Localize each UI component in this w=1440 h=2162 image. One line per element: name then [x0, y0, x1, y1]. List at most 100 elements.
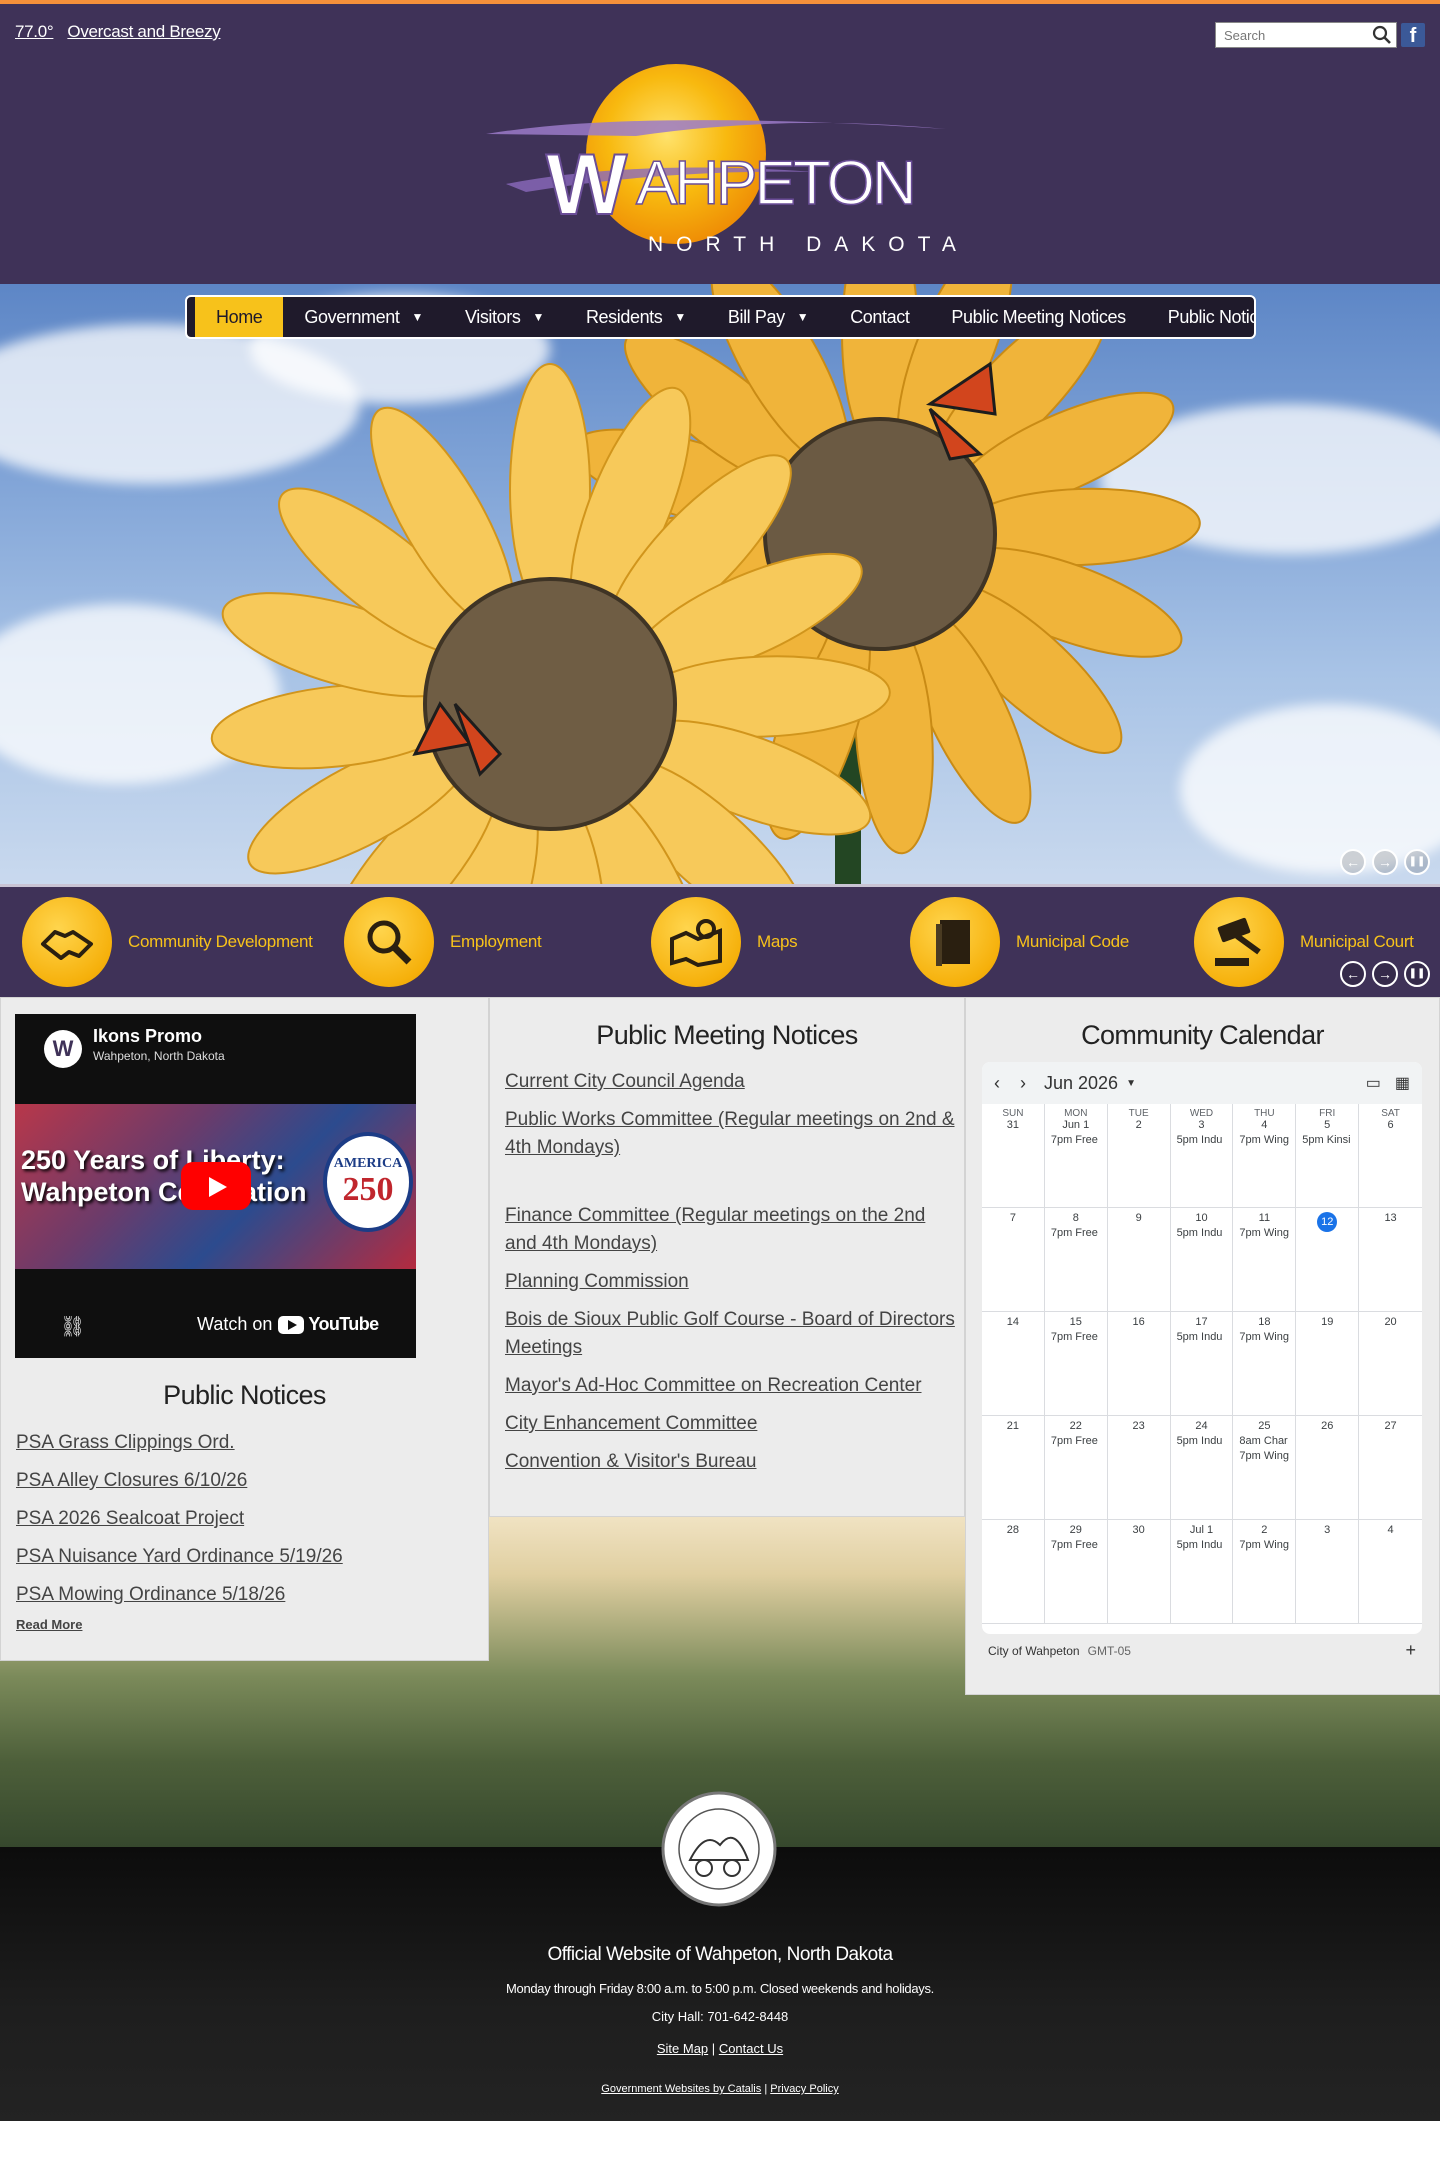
quicklink-municipal-code[interactable]: Municipal Code — [910, 897, 1129, 987]
quicklinks-prev-button[interactable]: ← — [1340, 961, 1366, 987]
calendar-event[interactable]: 7pm Free — [1045, 1134, 1107, 1146]
meeting-notice-link[interactable]: Mayor's Ad-Hoc Committee on Recreation C… — [505, 1372, 955, 1400]
meeting-notice-link[interactable]: Planning Commission — [505, 1268, 955, 1296]
chevron-down-icon[interactable]: ▼ — [1126, 1078, 1136, 1089]
site-logo[interactable]: W AHPETON NORTH DAKOTA — [486, 54, 956, 264]
nav-item-visitors[interactable]: Visitors ▼ — [444, 297, 565, 337]
calendar-event[interactable]: 7pm Free — [1045, 1435, 1107, 1447]
meeting-notice-link[interactable]: Public Works Committee (Regular meetings… — [505, 1106, 955, 1162]
calendar-day[interactable]: 3 — [1296, 1520, 1360, 1624]
calendar-event[interactable]: 7pm Wing — [1233, 1134, 1295, 1146]
calendar-event[interactable]: 5pm Kinsi — [1296, 1134, 1358, 1146]
quicklink-label[interactable]: Municipal Code — [1016, 932, 1129, 952]
calendar-day[interactable]: 9 — [1107, 1208, 1171, 1312]
calendar-day[interactable]: SUN 31 — [982, 1104, 1045, 1208]
meeting-notice-link[interactable]: Convention & Visitor's Bureau — [505, 1448, 955, 1476]
credits-link[interactable]: Government Websites by Catalis — [601, 2083, 761, 2095]
weather-widget[interactable]: 77.0° Overcast and Breezy — [15, 22, 234, 42]
grid-view-icon[interactable]: ▦ — [1395, 1073, 1410, 1093]
hero-pause-button[interactable]: ❚❚ — [1404, 849, 1430, 875]
watch-on-youtube[interactable]: Watch on YouTube — [197, 1314, 379, 1335]
search-icon[interactable] — [1372, 25, 1392, 45]
calendar-day[interactable]: FRI 5 5pm Kinsi — [1296, 1104, 1360, 1208]
weather-temp[interactable]: 77.0° — [15, 22, 54, 41]
quicklink-label[interactable]: Municipal Court — [1300, 932, 1414, 952]
public-notice-link[interactable]: PSA Mowing Ordinance 5/18/26 — [16, 1581, 476, 1609]
quicklink-label[interactable]: Maps — [757, 932, 798, 952]
calendar-day[interactable]: 25 8am Char 7pm Wing — [1233, 1416, 1297, 1520]
calendar-event[interactable]: 7pm Wing — [1233, 1227, 1295, 1239]
video-thumbnail[interactable]: 250 Years of Liberty: Wahpeton Celebrati… — [15, 1104, 416, 1269]
calendar-day[interactable]: 23 — [1107, 1416, 1171, 1520]
video-channel[interactable]: Ikons Promo — [93, 1026, 202, 1047]
quicklink-community-development[interactable]: Community Development — [22, 897, 313, 987]
meeting-notice-link[interactable]: Bois de Sioux Public Golf Course - Board… — [505, 1306, 955, 1362]
read-more-link[interactable]: Read More — [16, 1617, 82, 1632]
calendar-day[interactable]: 12 — [1296, 1208, 1360, 1312]
calendar-day[interactable]: 18 7pm Wing — [1233, 1312, 1297, 1416]
contact-us-link[interactable]: Contact Us — [719, 2041, 783, 2056]
nav-item-residents[interactable]: Residents ▼ — [565, 297, 707, 337]
calendar-day[interactable]: TUE 2 — [1107, 1104, 1171, 1208]
calendar-event[interactable]: 8am Char — [1233, 1435, 1295, 1447]
nav-item-home[interactable]: Home — [195, 297, 284, 337]
calendar-day[interactable]: WED 3 5pm Indu — [1170, 1104, 1234, 1208]
calendar-event[interactable]: 7pm Wing — [1233, 1450, 1295, 1462]
calendar-day[interactable]: 4 — [1359, 1520, 1422, 1624]
calendar-prev-icon[interactable]: ‹ — [994, 1073, 1000, 1094]
calendar-event[interactable]: 7pm Free — [1045, 1539, 1107, 1551]
link-icon[interactable]: ⛓ — [60, 1314, 85, 1339]
calendar-month[interactable]: Jun 2026 — [1044, 1073, 1118, 1094]
calendar-event[interactable]: 5pm Indu — [1171, 1227, 1233, 1239]
meeting-notice-link[interactable]: City Enhancement Committee — [505, 1410, 955, 1438]
calendar-day[interactable]: 15 7pm Free — [1044, 1312, 1108, 1416]
calendar-event[interactable]: 7pm Wing — [1233, 1331, 1295, 1343]
calendar-day[interactable]: 20 — [1359, 1312, 1422, 1416]
calendar-event[interactable]: 5pm Indu — [1171, 1331, 1233, 1343]
nav-item-contact[interactable]: Contact — [829, 297, 930, 337]
quicklink-employment[interactable]: Employment — [344, 897, 542, 987]
calendar-day[interactable]: 14 — [982, 1312, 1045, 1416]
add-calendar-button[interactable]: + — [1405, 1640, 1416, 1661]
calendar-view-icon[interactable]: ▭ — [1366, 1073, 1381, 1093]
calendar-day[interactable]: 29 7pm Free — [1044, 1520, 1108, 1624]
calendar-day[interactable]: 10 5pm Indu — [1170, 1208, 1234, 1312]
public-notice-link[interactable]: PSA Grass Clippings Ord. — [16, 1429, 476, 1457]
calendar-day[interactable]: 19 — [1296, 1312, 1360, 1416]
nav-item-public-meeting-notices[interactable]: Public Meeting Notices — [930, 297, 1146, 337]
site-map-link[interactable]: Site Map — [657, 2041, 708, 2056]
calendar-day[interactable]: 22 7pm Free — [1044, 1416, 1108, 1520]
search-input[interactable]: Search — [1215, 22, 1397, 48]
calendar-day[interactable]: 21 — [982, 1416, 1045, 1520]
calendar-day[interactable]: 7 — [982, 1208, 1045, 1312]
quicklink-label[interactable]: Employment — [450, 932, 542, 952]
calendar-day[interactable]: 16 — [1107, 1312, 1171, 1416]
quicklink-maps[interactable]: Maps — [651, 897, 798, 987]
calendar-day[interactable]: MON Jun 1 7pm Free — [1044, 1104, 1108, 1208]
nav-item-government[interactable]: Government ▼ — [283, 297, 444, 337]
privacy-policy-link[interactable]: Privacy Policy — [770, 2083, 838, 2095]
nav-item-public-notices[interactable]: Public Notices▼ — [1147, 297, 1254, 337]
calendar-day[interactable]: 28 — [982, 1520, 1045, 1624]
calendar-day[interactable]: 13 — [1359, 1208, 1422, 1312]
meeting-notice-link[interactable]: Finance Committee (Regular meetings on t… — [505, 1202, 955, 1258]
calendar-day[interactable]: 24 5pm Indu — [1170, 1416, 1234, 1520]
hero-prev-button[interactable]: ← — [1340, 849, 1366, 875]
calendar-day[interactable]: Jul 1 5pm Indu — [1170, 1520, 1234, 1624]
calendar-day[interactable]: 26 — [1296, 1416, 1360, 1520]
play-button[interactable] — [181, 1162, 251, 1210]
public-notice-link[interactable]: PSA Alley Closures 6/10/26 — [16, 1467, 476, 1495]
calendar-day[interactable]: 17 5pm Indu — [1170, 1312, 1234, 1416]
public-notice-link[interactable]: PSA 2026 Sealcoat Project — [16, 1505, 476, 1533]
quicklink-label[interactable]: Community Development — [128, 932, 313, 952]
weather-condition[interactable]: Overcast and Breezy — [67, 22, 220, 41]
calendar-event[interactable]: 7pm Free — [1045, 1331, 1107, 1343]
calendar-day[interactable]: 11 7pm Wing — [1233, 1208, 1297, 1312]
facebook-icon[interactable]: f — [1401, 23, 1425, 47]
quicklinks-pause-button[interactable]: ❚❚ — [1404, 961, 1430, 987]
calendar-day[interactable]: 30 — [1107, 1520, 1171, 1624]
calendar-day[interactable]: THU 4 7pm Wing — [1233, 1104, 1297, 1208]
quicklinks-next-button[interactable]: → — [1372, 961, 1398, 987]
calendar-event[interactable]: 5pm Indu — [1171, 1539, 1233, 1551]
calendar-next-icon[interactable]: › — [1020, 1073, 1026, 1094]
